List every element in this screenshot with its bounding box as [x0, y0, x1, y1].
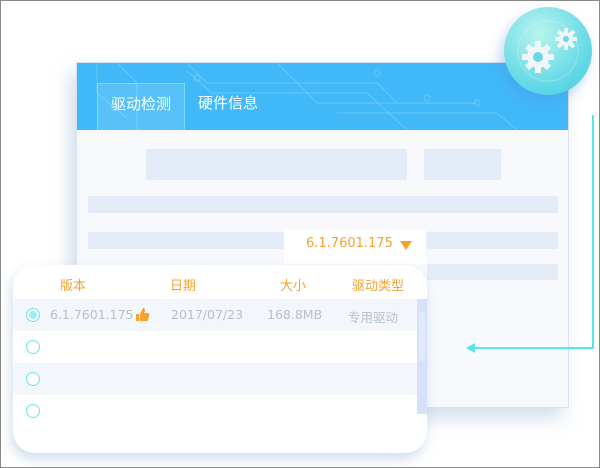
cell-type: 专用驱动 — [348, 310, 399, 325]
column-header-size: 大小 — [280, 279, 307, 294]
version-table: 版本 日期 大小 驱动类型 6.1.7601.175 2017/07/23 16… — [13, 265, 427, 453]
placeholder-bar — [146, 149, 407, 180]
gears-icon — [517, 20, 579, 82]
thumbs-up-icon — [136, 308, 150, 321]
cell-version: 6.1.7601.175 — [50, 307, 134, 322]
placeholder-bar — [427, 264, 558, 280]
version-dropdown-value: 6.1.7601.175 — [306, 236, 393, 251]
cell-date: 2017/07/23 — [171, 307, 244, 322]
placeholder-bar — [424, 149, 501, 180]
connector-line — [473, 347, 594, 349]
table-row[interactable] — [13, 331, 417, 363]
chevron-down-icon[interactable] — [400, 241, 412, 250]
row-radio[interactable] — [26, 372, 40, 386]
cell-size: 168.8MB — [267, 307, 323, 322]
table-row[interactable] — [13, 363, 417, 395]
tab-hardware-info[interactable]: 硬件信息 — [185, 83, 271, 130]
tab-driver-detect[interactable]: 驱动检测 — [97, 83, 185, 130]
connector-line — [592, 115, 594, 349]
row-radio[interactable] — [26, 340, 40, 354]
settings-badge — [504, 7, 592, 95]
placeholder-bar — [88, 196, 558, 213]
scrollbar-thumb[interactable] — [419, 311, 425, 361]
column-header-type: 驱动类型 — [352, 279, 405, 294]
table-row[interactable]: 6.1.7601.175 2017/07/23 168.8MB 专用驱动 — [13, 299, 417, 331]
row-radio[interactable] — [26, 404, 40, 418]
row-radio[interactable] — [26, 308, 40, 322]
column-header-date: 日期 — [170, 279, 197, 294]
scrollbar[interactable] — [417, 299, 427, 414]
table-row[interactable] — [13, 395, 417, 427]
version-dropdown[interactable]: 6.1.7601.175 — [284, 230, 426, 264]
window-header: 驱动检测 硬件信息 — [77, 63, 568, 130]
column-header-version: 版本 — [60, 279, 87, 294]
arrow-left-icon — [466, 343, 475, 353]
